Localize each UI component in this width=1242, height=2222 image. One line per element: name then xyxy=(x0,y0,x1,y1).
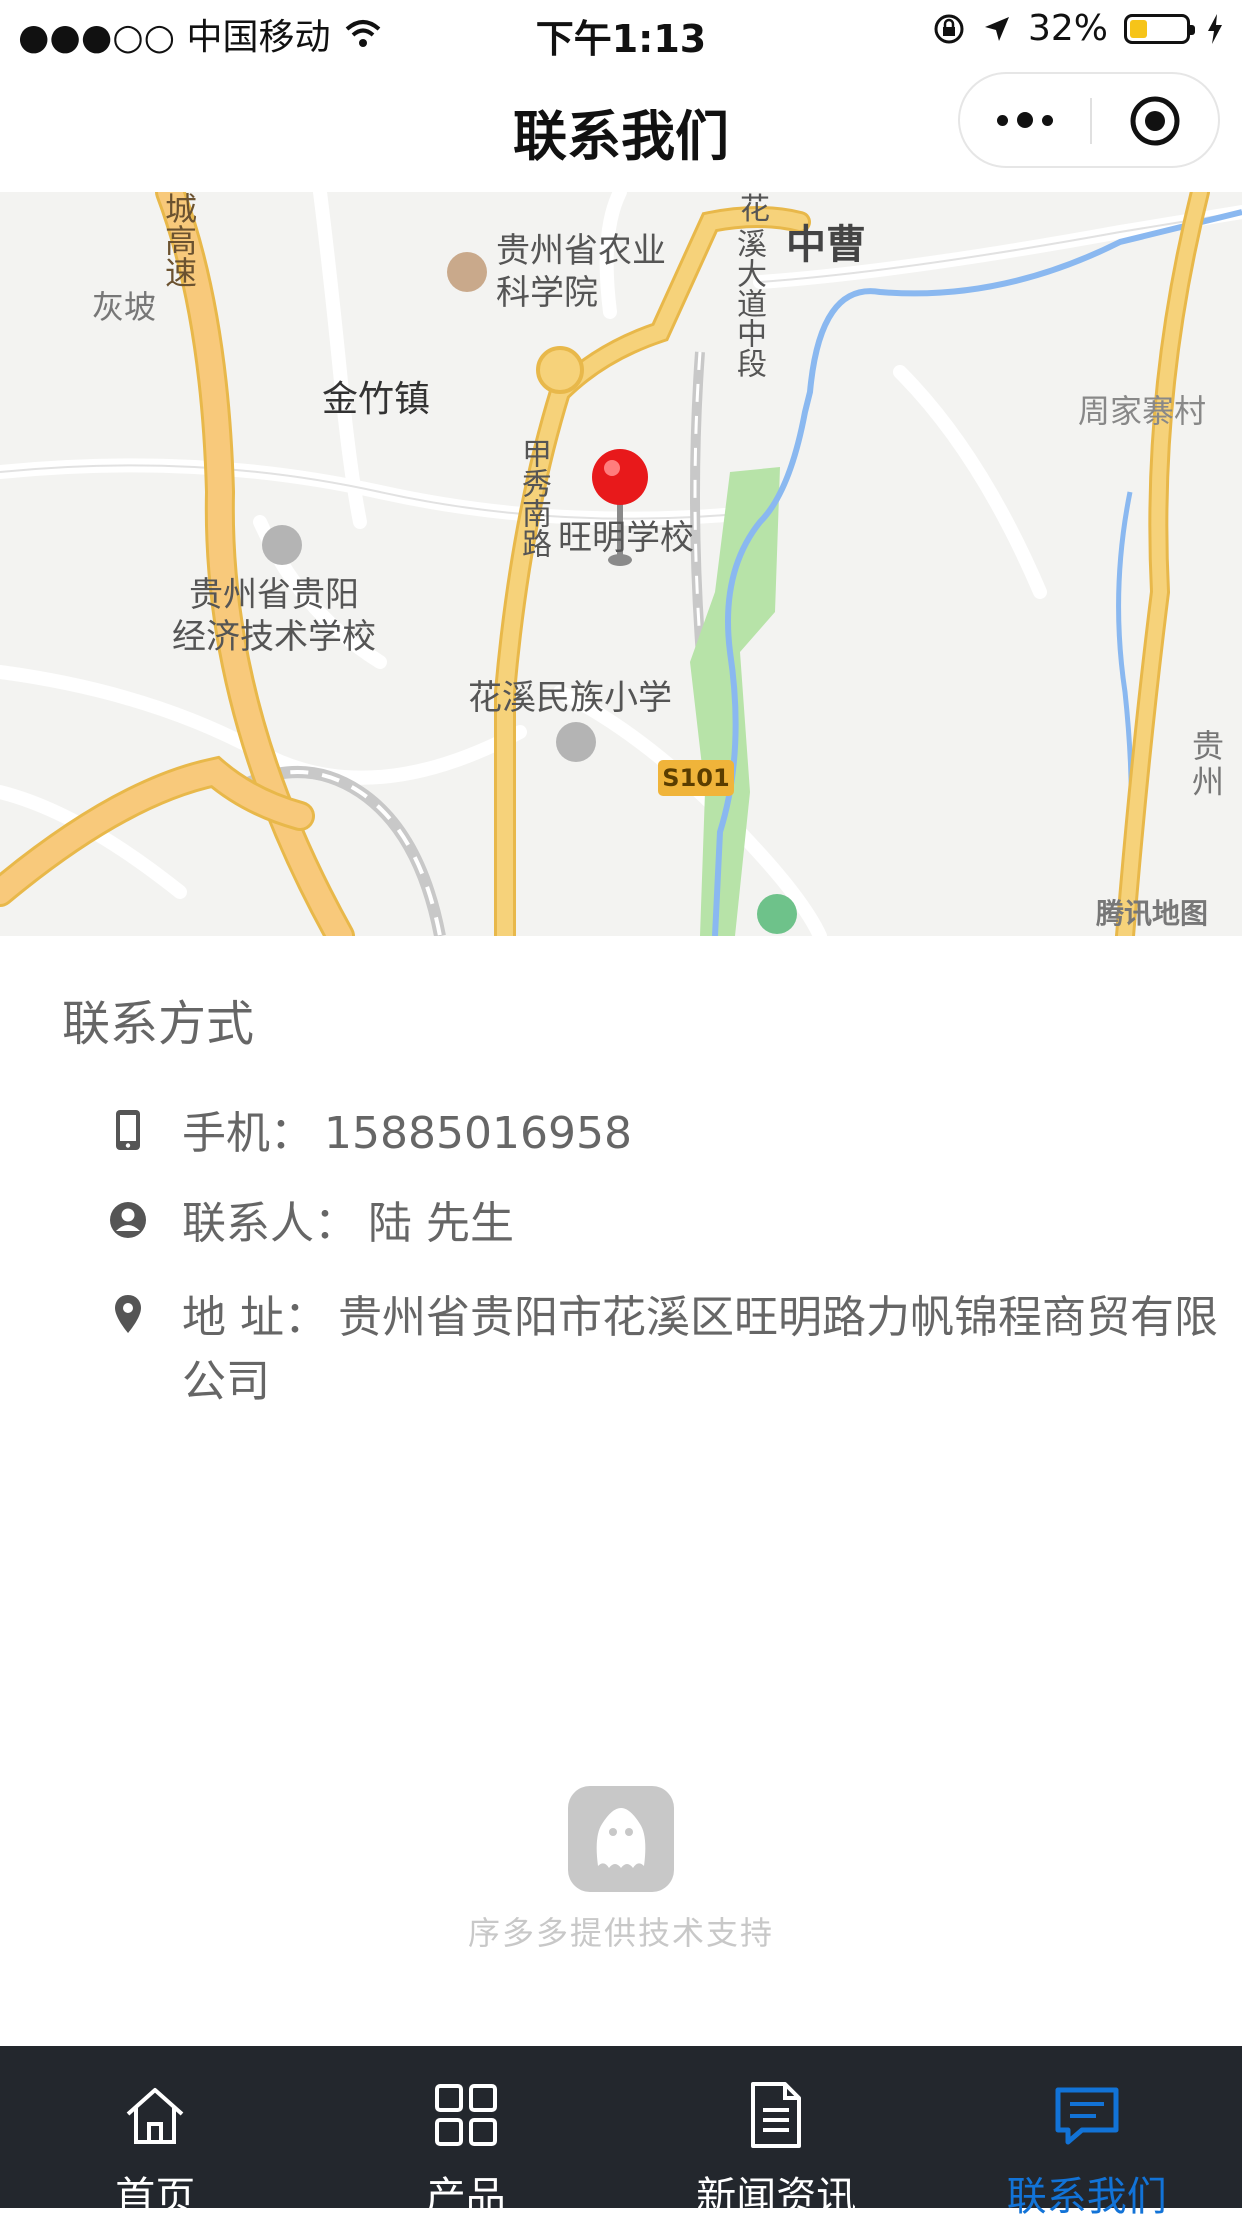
address-value: 贵州省贵阳市花溪区旺明路力帆锦程商贸有限公司 xyxy=(182,1292,1218,1407)
tencent-map-logo: 腾讯地图 xyxy=(1096,892,1208,932)
rotation-lock-icon xyxy=(932,12,966,46)
map-label-highway: 城高速 xyxy=(158,192,198,288)
person-value: 陆 先生 xyxy=(368,1198,514,1249)
tab-products-label: 产品 xyxy=(311,2164,622,2222)
close-mini-program-button[interactable] xyxy=(1128,94,1182,148)
map-label-academy-line1: 贵州省农业 xyxy=(496,230,666,272)
capsule-divider xyxy=(1090,98,1092,144)
status-right: 32% xyxy=(932,8,1224,49)
address-label: 地 址： xyxy=(182,1292,328,1343)
map-label-jiaxiu: 甲秀南路 xyxy=(516,438,550,558)
mini-program-capsule xyxy=(958,72,1220,168)
map-label-school1-line2: 经济技术学校 xyxy=(172,616,376,658)
map-label-school1: 贵州省贵阳 经济技术学校 xyxy=(172,574,376,658)
contact-person-row: 联系人：陆 先生 xyxy=(108,1192,1222,1256)
navigation-bar: 联系我们 xyxy=(0,62,1242,192)
tab-contact[interactable]: 联系我们 xyxy=(932,2046,1242,2208)
tab-contact-label: 联系我们 xyxy=(932,2164,1242,2222)
tab-products[interactable]: 产品 xyxy=(311,2046,622,2208)
map-label-zhongcao: 中曹 xyxy=(786,212,866,270)
map-view[interactable]: 城高速 灰坡 贵州省农业 科学院 花 溪大道中段 中曹 金竹镇 周家寨村 甲秀南… xyxy=(0,192,1242,936)
status-bar: ●●●○○ 中国移动 下午1:13 32% xyxy=(0,0,1242,62)
map-label-road-huaxi: 花 xyxy=(740,192,780,228)
user-circle-icon xyxy=(108,1200,148,1240)
map-label-academy-line2: 科学院 xyxy=(496,272,666,314)
map-label-s101: S101 xyxy=(662,764,730,792)
tab-home-label: 首页 xyxy=(0,2164,311,2222)
battery-percent: 32% xyxy=(1028,8,1108,49)
person-label: 联系人： xyxy=(182,1198,358,1249)
mobile-phone-icon xyxy=(114,1108,142,1152)
support-text: 序多多提供技术支持 xyxy=(0,1908,1242,1954)
phone-label: 手机： xyxy=(182,1108,314,1159)
map-label-huaxi-top: 花 xyxy=(740,192,770,227)
contact-phone-row[interactable]: 手机：15885016958 xyxy=(108,1102,1222,1166)
tab-home[interactable]: 首页 xyxy=(0,2046,311,2208)
contact-address-text: 地 址：贵州省贵阳市花溪区旺明路力帆锦程商贸有限公司 xyxy=(182,1286,1222,1414)
support-logo xyxy=(568,1786,674,1892)
contact-person-text: 联系人：陆 先生 xyxy=(182,1192,1222,1256)
tab-news-label: 新闻资讯 xyxy=(621,2164,932,2222)
more-button[interactable] xyxy=(994,74,1056,166)
phone-value[interactable]: 15885016958 xyxy=(324,1108,632,1159)
battery-icon xyxy=(1124,14,1190,44)
charging-bolt-icon xyxy=(1206,13,1224,45)
message-icon xyxy=(1052,2080,1122,2150)
tab-news[interactable]: 新闻资讯 xyxy=(621,2046,932,2208)
more-dot-icon xyxy=(1017,112,1033,128)
map-label-road-huaxi-vertical: 溪大道中段 xyxy=(730,228,766,378)
map-label-academy: 贵州省农业 科学院 xyxy=(496,230,666,314)
map-label-wangming: 旺明学校 xyxy=(558,510,694,559)
home-icon xyxy=(120,2080,190,2150)
more-dot-icon xyxy=(1042,115,1053,126)
map-label-jinzhu: 金竹镇 xyxy=(322,370,430,422)
document-icon xyxy=(741,2080,811,2150)
map-label-school1-line1: 贵州省贵阳 xyxy=(172,574,376,616)
octopus-logo-icon xyxy=(568,1786,674,1892)
map-label-huipo: 灰坡 xyxy=(92,282,156,328)
location-arrow-icon xyxy=(982,14,1012,44)
more-dot-icon xyxy=(997,115,1008,126)
map-label-huaxi-school: 花溪民族小学 xyxy=(468,670,672,719)
grid-icon xyxy=(431,2080,501,2150)
tab-bar: 首页 产品 新闻资讯 联系我们 xyxy=(0,2046,1242,2208)
contact-phone-text: 手机：15885016958 xyxy=(182,1102,1222,1166)
location-pin-icon xyxy=(113,1293,143,1335)
map-label-gui: 贵州 xyxy=(1192,728,1242,800)
contact-address-row: 地 址：贵州省贵阳市花溪区旺明路力帆锦程商贸有限公司 xyxy=(108,1286,1222,1414)
map-label-zhoujia: 周家寨村 xyxy=(1078,386,1206,432)
contact-section-title: 联系方式 xyxy=(62,984,254,1054)
